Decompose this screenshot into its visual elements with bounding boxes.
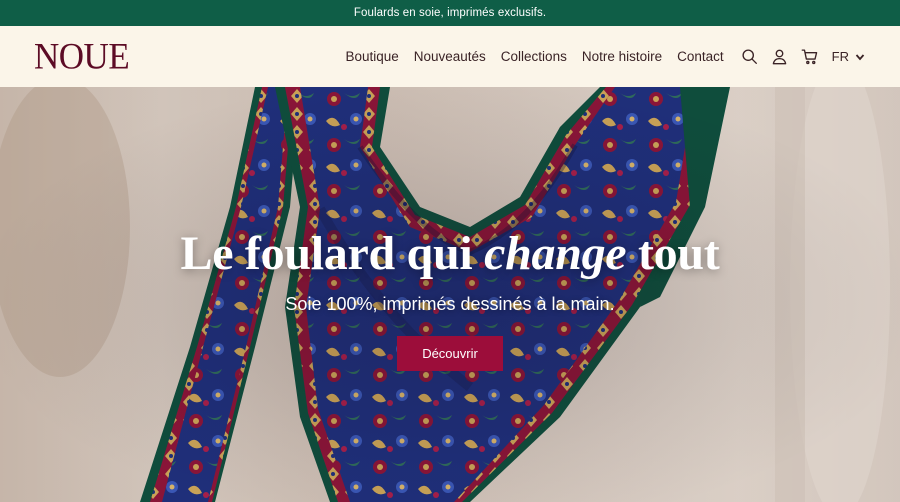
cart-icon[interactable] bbox=[800, 47, 820, 67]
main-nav: Boutique Nouveautés Collections Notre hi… bbox=[345, 47, 865, 67]
nav-link-notre-histoire[interactable]: Notre histoire bbox=[582, 49, 662, 64]
hero-subtitle: Soie 100%, imprimés dessinés à la main. bbox=[285, 294, 615, 314]
search-icon[interactable] bbox=[740, 47, 760, 67]
language-label: FR bbox=[831, 49, 849, 64]
nav-link-contact[interactable]: Contact bbox=[677, 49, 724, 64]
nav-link-collections[interactable]: Collections bbox=[501, 49, 567, 64]
language-selector[interactable]: FR bbox=[832, 49, 865, 64]
announcement-bar: Foulards en soie, imprimés exclusifs. bbox=[0, 0, 900, 26]
nav-link-nouveautes[interactable]: Nouveautés bbox=[414, 49, 486, 64]
hero-title-end: tout bbox=[626, 227, 720, 280]
hero-title-emphasis: change bbox=[484, 227, 627, 280]
site-header: NOUE Boutique Nouveautés Collections Not… bbox=[0, 26, 900, 87]
hero-banner: Le foulard qui change tout Soie 100%, im… bbox=[0, 87, 900, 502]
nav-link-boutique[interactable]: Boutique bbox=[345, 49, 398, 64]
header-icons: FR bbox=[740, 47, 865, 67]
announcement-text: Foulards en soie, imprimés exclusifs. bbox=[353, 7, 547, 19]
chevron-down-icon bbox=[855, 53, 865, 60]
hero-title-start: Le foulard qui bbox=[180, 227, 485, 280]
hero-title: Le foulard qui change tout bbox=[0, 230, 900, 278]
discover-button[interactable]: Découvrir bbox=[397, 336, 503, 371]
hero-content: Le foulard qui change tout Soie 100%, im… bbox=[0, 230, 900, 371]
account-icon[interactable] bbox=[770, 47, 790, 67]
brand-logo[interactable]: NOUE bbox=[34, 38, 130, 75]
